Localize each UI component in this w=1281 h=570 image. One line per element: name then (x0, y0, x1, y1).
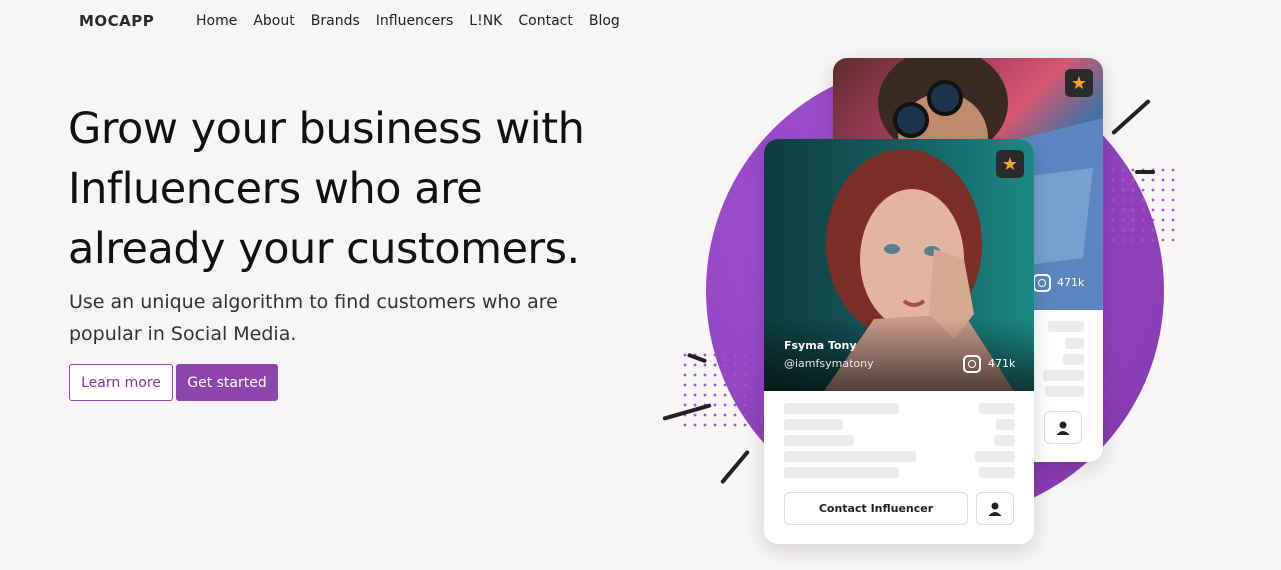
logo[interactable]: MOCAPP (79, 12, 154, 30)
hero-headline: Grow your business with Influencers who … (68, 104, 585, 274)
placeholder-bar (784, 451, 916, 462)
influencer-name: Fsyma Tony (784, 339, 857, 352)
star-icon[interactable]: ★ (1065, 69, 1093, 97)
decor-dash (1135, 170, 1155, 174)
placeholder-bar (784, 435, 854, 446)
placeholder-bar (1043, 370, 1084, 381)
decor-dash (719, 449, 751, 485)
placeholder-bar (1065, 338, 1084, 349)
placeholder-bar (979, 467, 1015, 478)
influencer-photo: ★ Fsyma Tony @iamfsymatony 471k (764, 139, 1034, 391)
follower-count: 471k (988, 357, 1016, 370)
placeholder-bar (994, 435, 1015, 446)
user-icon (1056, 421, 1070, 435)
follower-count: 471k (1057, 276, 1085, 289)
placeholder-bar (1048, 321, 1084, 332)
nav-blog[interactable]: Blog (589, 12, 620, 30)
get-started-button[interactable]: Get started (176, 364, 278, 401)
placeholder-bar (784, 419, 843, 430)
nav-brands[interactable]: Brands (311, 12, 360, 30)
placeholder-bar (996, 419, 1015, 430)
nav-contact[interactable]: Contact (518, 12, 572, 30)
contact-influencer-button[interactable]: Contact Influencer (784, 492, 968, 525)
main-nav: Home About Brands Influencers L!NK Conta… (196, 12, 636, 30)
influencer-handle: @iamfsymatony (784, 357, 874, 370)
placeholder-bar (1045, 386, 1084, 397)
profile-button[interactable] (1044, 411, 1082, 444)
star-icon[interactable]: ★ (996, 150, 1024, 178)
placeholder-bar (979, 403, 1015, 414)
decor-dash (1111, 98, 1151, 136)
nav-influencers[interactable]: Influencers (376, 12, 454, 30)
user-icon (988, 502, 1002, 516)
placeholder-bar (1063, 354, 1084, 365)
instagram-icon (963, 355, 981, 373)
nav-link[interactable]: L!NK (469, 12, 502, 30)
influencer-card: ★ Fsyma Tony @iamfsymatony 471k Contact … (764, 139, 1034, 544)
dot-pattern (680, 350, 755, 430)
nav-home[interactable]: Home (196, 12, 237, 30)
instagram-icon (1033, 274, 1051, 292)
profile-button[interactable] (976, 492, 1014, 525)
placeholder-bar (784, 467, 899, 478)
nav-about[interactable]: About (253, 12, 294, 30)
placeholder-bar (975, 451, 1015, 462)
dot-pattern (1098, 165, 1180, 245)
woman-portrait (764, 149, 1034, 391)
hero-subtext: Use an unique algorithm to find customer… (69, 291, 558, 345)
placeholder-bar (784, 403, 899, 414)
learn-more-button[interactable]: Learn more (69, 364, 173, 401)
